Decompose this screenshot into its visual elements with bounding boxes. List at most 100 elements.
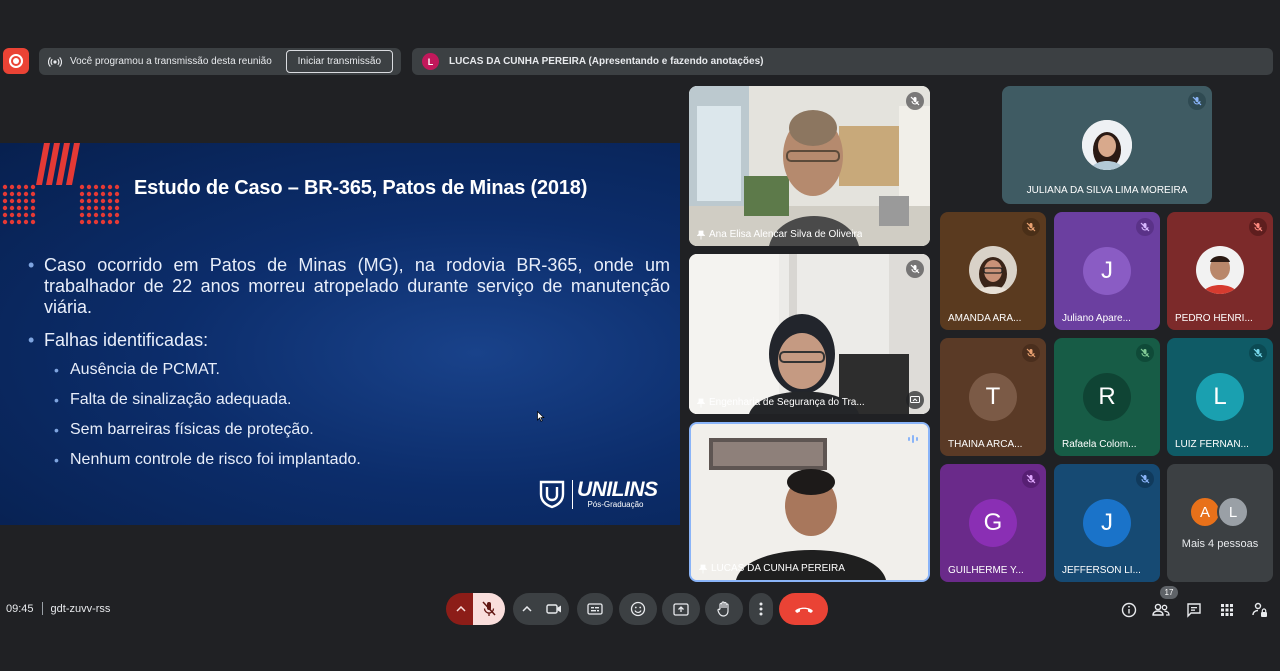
participant-name: JEFFERSON LI... [1062, 565, 1141, 576]
stream-banner: Você programou a transmissão desta reuni… [39, 48, 401, 75]
record-icon [9, 54, 23, 68]
participant-tile[interactable]: PEDRO HENRI... [1167, 212, 1273, 330]
pin-icon [699, 564, 707, 573]
participant-name: Ana Elisa Alencar Silva de Oliveira [697, 229, 862, 240]
mic-muted-icon [1249, 344, 1267, 362]
participant-tile[interactable]: R Rafaela Colom... [1054, 338, 1160, 456]
avatar: J [1083, 499, 1131, 547]
pin-icon [697, 398, 705, 407]
emoji-icon [630, 601, 646, 617]
present-screen-button[interactable] [662, 593, 700, 625]
participant-tile[interactable]: L LUIZ FERNAN... [1167, 338, 1273, 456]
bullet-item: Caso ocorrido em Patos de Minas (MG), na… [28, 255, 670, 318]
participant-tile[interactable]: T THAINA ARCA... [940, 338, 1046, 456]
leave-call-button[interactable] [779, 593, 828, 625]
avatar: G [969, 499, 1017, 547]
mouse-cursor-icon [537, 411, 545, 422]
participant-tile[interactable]: J Juliano Apare... [1054, 212, 1160, 330]
slide-title: Estudo de Caso – BR-365, Patos de Minas … [134, 177, 588, 199]
more-people-label: Mais 4 pessoas [1181, 538, 1259, 550]
activities-button[interactable] [1217, 600, 1237, 620]
hang-up-icon [794, 607, 813, 613]
participant-tile[interactable]: G GUILHERME Y... [940, 464, 1046, 582]
avatar: T [969, 373, 1017, 421]
more-people-tile[interactable]: A L Mais 4 pessoas [1167, 464, 1273, 582]
participant-name: Engenharia de Segurança do Tra... [697, 397, 865, 408]
participant-name: LUCAS DA CUNHA PEREIRA [699, 563, 845, 574]
mic-options-button[interactable] [446, 593, 476, 625]
avatar: J [1083, 247, 1131, 295]
participant-name: LUIZ FERNAN... [1175, 439, 1249, 450]
meeting-details-button[interactable] [1119, 600, 1139, 620]
participant-tile[interactable]: AMANDA ARA... [940, 212, 1046, 330]
chat-button[interactable] [1184, 600, 1204, 620]
mic-muted-icon [1022, 344, 1040, 362]
info-icon [1121, 602, 1137, 618]
mic-muted-icon [1022, 470, 1040, 488]
participant-count-badge: 17 [1160, 586, 1178, 599]
sub-bullet-item: Nenhum controle de risco foi implantado. [28, 451, 670, 469]
mic-muted-icon [1022, 218, 1040, 236]
mic-muted-icon [1249, 218, 1267, 236]
participant-tile[interactable]: J JEFFERSON LI... [1054, 464, 1160, 582]
avatar [1196, 246, 1244, 294]
avatar: L [1196, 373, 1244, 421]
lock-person-icon [1252, 602, 1267, 617]
mic-muted-icon [1136, 470, 1154, 488]
recording-button[interactable] [3, 48, 29, 74]
logo-brand: UNILINS [577, 477, 658, 501]
participant-name: AMANDA ARA... [948, 313, 1022, 324]
bullet-item: Falhas identificadas: [28, 330, 670, 351]
mic-toggle-button[interactable] [473, 593, 505, 625]
presenter-text: LUCAS DA CUNHA PEREIRA (Apresentando e f… [449, 56, 764, 67]
participant-name: Juliano Apare... [1062, 313, 1131, 324]
shield-icon [539, 480, 565, 509]
start-stream-button[interactable]: Iniciar transmissão [285, 50, 393, 73]
chat-icon [1187, 603, 1201, 618]
clock-time: 09:45 [6, 602, 34, 615]
sub-bullet-item: Ausência de PCMAT. [28, 361, 670, 379]
mic-muted-icon [906, 92, 924, 110]
participant-name: Rafaela Colom... [1062, 439, 1137, 450]
presenter-avatar: L [422, 53, 439, 70]
more-options-button[interactable] [749, 593, 773, 625]
mic-off-icon [482, 601, 496, 616]
pin-icon [697, 230, 705, 239]
avatar [1082, 120, 1132, 170]
sub-bullet-item: Sem barreiras físicas de proteção. [28, 421, 670, 439]
sub-bullet-item: Falta de sinalização adequada. [28, 391, 670, 409]
camera-toggle-button[interactable] [539, 593, 569, 625]
apps-grid-icon [1221, 604, 1233, 616]
video-tile-ana[interactable]: Ana Elisa Alencar Silva de Oliveira [689, 86, 930, 246]
captions-button[interactable] [577, 593, 613, 625]
reactions-button[interactable] [619, 593, 657, 625]
avatar [969, 246, 1017, 294]
avatar: L [1217, 496, 1249, 528]
slide-bullets: Caso ocorrido em Patos de Minas (MG), na… [28, 255, 670, 469]
people-button[interactable] [1151, 600, 1171, 620]
video-tile-engenharia[interactable]: Engenharia de Segurança do Tra... [689, 254, 930, 414]
participant-name: JULIANA DA SILVA LIMA MOREIRA [1026, 185, 1188, 196]
slide-decoration [2, 143, 120, 225]
video-tile-lucas[interactable]: LUCAS DA CUNHA PEREIRA [689, 422, 930, 582]
mic-muted-icon [1136, 344, 1154, 362]
chevron-up-icon [522, 606, 532, 612]
broadcast-icon [48, 55, 62, 69]
meeting-info: 09:45 gdt-zuvv-rss [6, 602, 110, 615]
avatar-stack: A L [1189, 496, 1251, 528]
raise-hand-button[interactable] [705, 593, 743, 625]
captions-icon [587, 603, 603, 615]
stream-text: Você programou a transmissão desta reuni… [70, 56, 272, 67]
participant-tile[interactable]: JULIANA DA SILVA LIMA MOREIRA [1002, 86, 1212, 204]
logo-subtitle: Pós-Graduação [587, 499, 644, 509]
avatar: R [1083, 373, 1131, 421]
screen-share-icon [906, 391, 924, 409]
video-camera-icon [546, 604, 561, 614]
mic-muted-icon [1136, 218, 1154, 236]
meeting-code: gdt-zuvv-rss [50, 602, 111, 615]
host-controls-button[interactable] [1250, 600, 1270, 620]
camera-options-button[interactable] [513, 593, 541, 625]
participant-name: GUILHERME Y... [948, 565, 1024, 576]
present-screen-icon [673, 602, 689, 616]
mic-muted-icon [906, 260, 924, 278]
